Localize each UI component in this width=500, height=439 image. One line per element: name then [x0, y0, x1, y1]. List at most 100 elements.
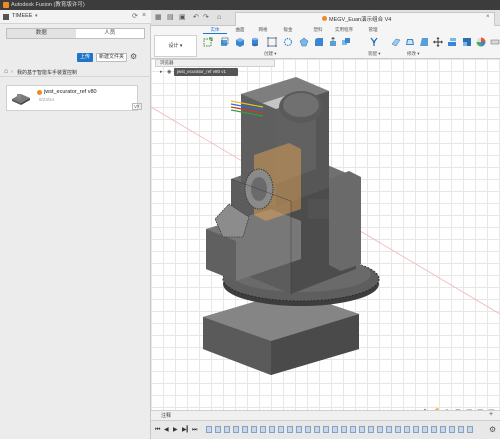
tab-data[interactable]: 数据 — [7, 29, 76, 38]
move-arrows-icon[interactable] — [433, 37, 443, 47]
combine-icon[interactable] — [341, 37, 351, 47]
add-comment-icon[interactable]: + — [489, 411, 493, 418]
3d-viewport[interactable] — [151, 59, 500, 410]
skip-end-icon[interactable]: ⏭ — [192, 426, 197, 434]
comments-label[interactable]: 注释 — [161, 412, 171, 419]
gear-icon[interactable]: ⚙ — [130, 53, 137, 61]
timeline-feature[interactable] — [224, 426, 230, 433]
as-built-joint-icon[interactable] — [369, 37, 379, 47]
press-pull-icon[interactable] — [328, 37, 338, 47]
version-badge[interactable]: V7 — [132, 103, 142, 110]
tab-people[interactable]: 人员 — [76, 29, 145, 38]
tab-solid[interactable]: 实体 — [203, 26, 227, 34]
skip-start-icon[interactable]: ⏮ — [155, 426, 160, 434]
timeline-feature[interactable] — [431, 426, 437, 433]
new-folder-button[interactable]: 新建文件夹 — [96, 53, 127, 62]
timeline-feature[interactable] — [260, 426, 266, 433]
browser-root-row[interactable]: ▸ ◉ jwst_ecurator_ref v80 v1 — [155, 68, 275, 77]
timeline-feature[interactable] — [341, 426, 347, 433]
timeline-feature[interactable] — [269, 426, 275, 433]
timeline-feature[interactable] — [368, 426, 374, 433]
new-sketch-icon[interactable] — [203, 37, 213, 47]
timeline-feature[interactable] — [323, 426, 329, 433]
timeline-feature[interactable] — [305, 426, 311, 433]
redo-icon[interactable]: ↷ — [203, 14, 209, 21]
shell-icon[interactable] — [405, 37, 415, 47]
tab-mesh[interactable]: 网格 — [251, 26, 275, 33]
timeline-feature[interactable] — [296, 426, 302, 433]
undo-icon[interactable]: ↶ — [193, 14, 199, 21]
timeline-feature[interactable] — [206, 426, 212, 433]
draft-icon[interactable] — [419, 37, 429, 47]
timeline-feature[interactable] — [233, 426, 239, 433]
browser-title: 浏览器 — [160, 60, 174, 65]
pattern-icon[interactable] — [283, 37, 293, 47]
document-tab[interactable]: MEGV_Euan演示组合 V4 × — [235, 12, 495, 26]
app-grid-icon[interactable] — [3, 14, 9, 20]
timeline-feature[interactable] — [467, 426, 473, 433]
data-panel-tabs: 数据 人员 — [6, 28, 145, 39]
file-menu-icon[interactable]: ▤ — [167, 14, 174, 21]
create-group-label[interactable]: 创建 ▾ — [264, 51, 277, 57]
close-icon[interactable]: × — [486, 14, 490, 20]
gear-icon[interactable]: ⚙ — [489, 425, 496, 434]
breadcrumb-project[interactable]: 我的基于智能车手装置控制 — [17, 69, 77, 76]
timeline-feature[interactable] — [440, 426, 446, 433]
timeline-feature[interactable] — [251, 426, 257, 433]
browser-panel: 浏览器 ▸ ◉ jwst_ecurator_ref v80 v1 — [155, 59, 275, 80]
chevron-down-icon[interactable]: ▾ — [35, 13, 38, 19]
timeline-feature[interactable] — [242, 426, 248, 433]
workspace-switcher[interactable]: 设计 ▾ — [154, 35, 197, 57]
timeline-feature[interactable] — [287, 426, 293, 433]
step-forward-icon[interactable]: ▶▎ — [182, 426, 191, 434]
timeline-feature[interactable] — [215, 426, 221, 433]
visibility-eye-icon[interactable]: ◉ — [167, 69, 171, 75]
timeline-feature[interactable] — [413, 426, 419, 433]
timeline-feature[interactable] — [449, 426, 455, 433]
timeline-feature[interactable] — [278, 426, 284, 433]
cylinder-icon[interactable] — [250, 37, 260, 47]
refresh-icon[interactable]: ⟳ — [132, 12, 138, 20]
timeline-feature[interactable] — [332, 426, 338, 433]
save-icon[interactable]: ▣ — [179, 14, 186, 21]
extrude-icon[interactable] — [219, 37, 229, 47]
appearance-icon[interactable] — [476, 37, 486, 47]
timeline-feature[interactable] — [395, 426, 401, 433]
assemble-group-label[interactable]: 装配 ▾ — [368, 51, 381, 57]
tab-utilities[interactable]: 实用程序 — [332, 26, 356, 33]
measure-icon[interactable] — [490, 37, 500, 47]
play-icon[interactable]: ▶ — [173, 426, 178, 434]
timeline-feature[interactable] — [314, 426, 320, 433]
timeline-feature[interactable] — [386, 426, 392, 433]
tab-surface[interactable]: 曲面 — [228, 26, 252, 33]
box-icon[interactable] — [235, 37, 245, 47]
timeline-feature[interactable] — [458, 426, 464, 433]
tab-plastic[interactable]: 塑料 — [306, 26, 330, 33]
timeline-feature[interactable] — [404, 426, 410, 433]
file-card[interactable]: jwst_ecurator_ref v80 9/23/24 V7 — [6, 85, 142, 111]
plane-icon[interactable] — [391, 37, 401, 47]
joint-icon[interactable] — [299, 37, 309, 47]
upload-button[interactable]: 上传 — [77, 53, 93, 62]
timeline-feature[interactable] — [350, 426, 356, 433]
step-back-icon[interactable]: ◀ — [164, 426, 169, 434]
home-icon[interactable]: ⌂ — [4, 68, 8, 75]
team-selector[interactable]: TIMEEE — [12, 13, 32, 19]
move-icon[interactable] — [267, 37, 277, 47]
browser-header[interactable]: 浏览器 — [155, 59, 275, 67]
home-icon[interactable]: ⌂ — [217, 14, 221, 21]
timeline-feature[interactable] — [377, 426, 383, 433]
tab-sheet-metal[interactable]: 钣金 — [276, 26, 300, 33]
close-icon[interactable]: × — [142, 12, 146, 19]
fillet-icon[interactable] — [314, 37, 324, 47]
file-name[interactable]: jwst_ecurator_ref v80 — [44, 89, 97, 95]
expand-arrow-icon[interactable]: ▸ — [160, 69, 163, 75]
scale-icon[interactable] — [462, 37, 472, 47]
modify-group-label[interactable]: 修改 ▾ — [407, 51, 420, 57]
timeline-feature[interactable] — [359, 426, 365, 433]
root-component-label[interactable]: jwst_ecurator_ref v80 v1 — [174, 68, 238, 76]
timeline-feature[interactable] — [422, 426, 428, 433]
align-icon[interactable] — [447, 37, 457, 47]
tab-manage[interactable]: 管理 — [361, 26, 385, 33]
apps-icon[interactable]: ▦ — [155, 14, 162, 21]
